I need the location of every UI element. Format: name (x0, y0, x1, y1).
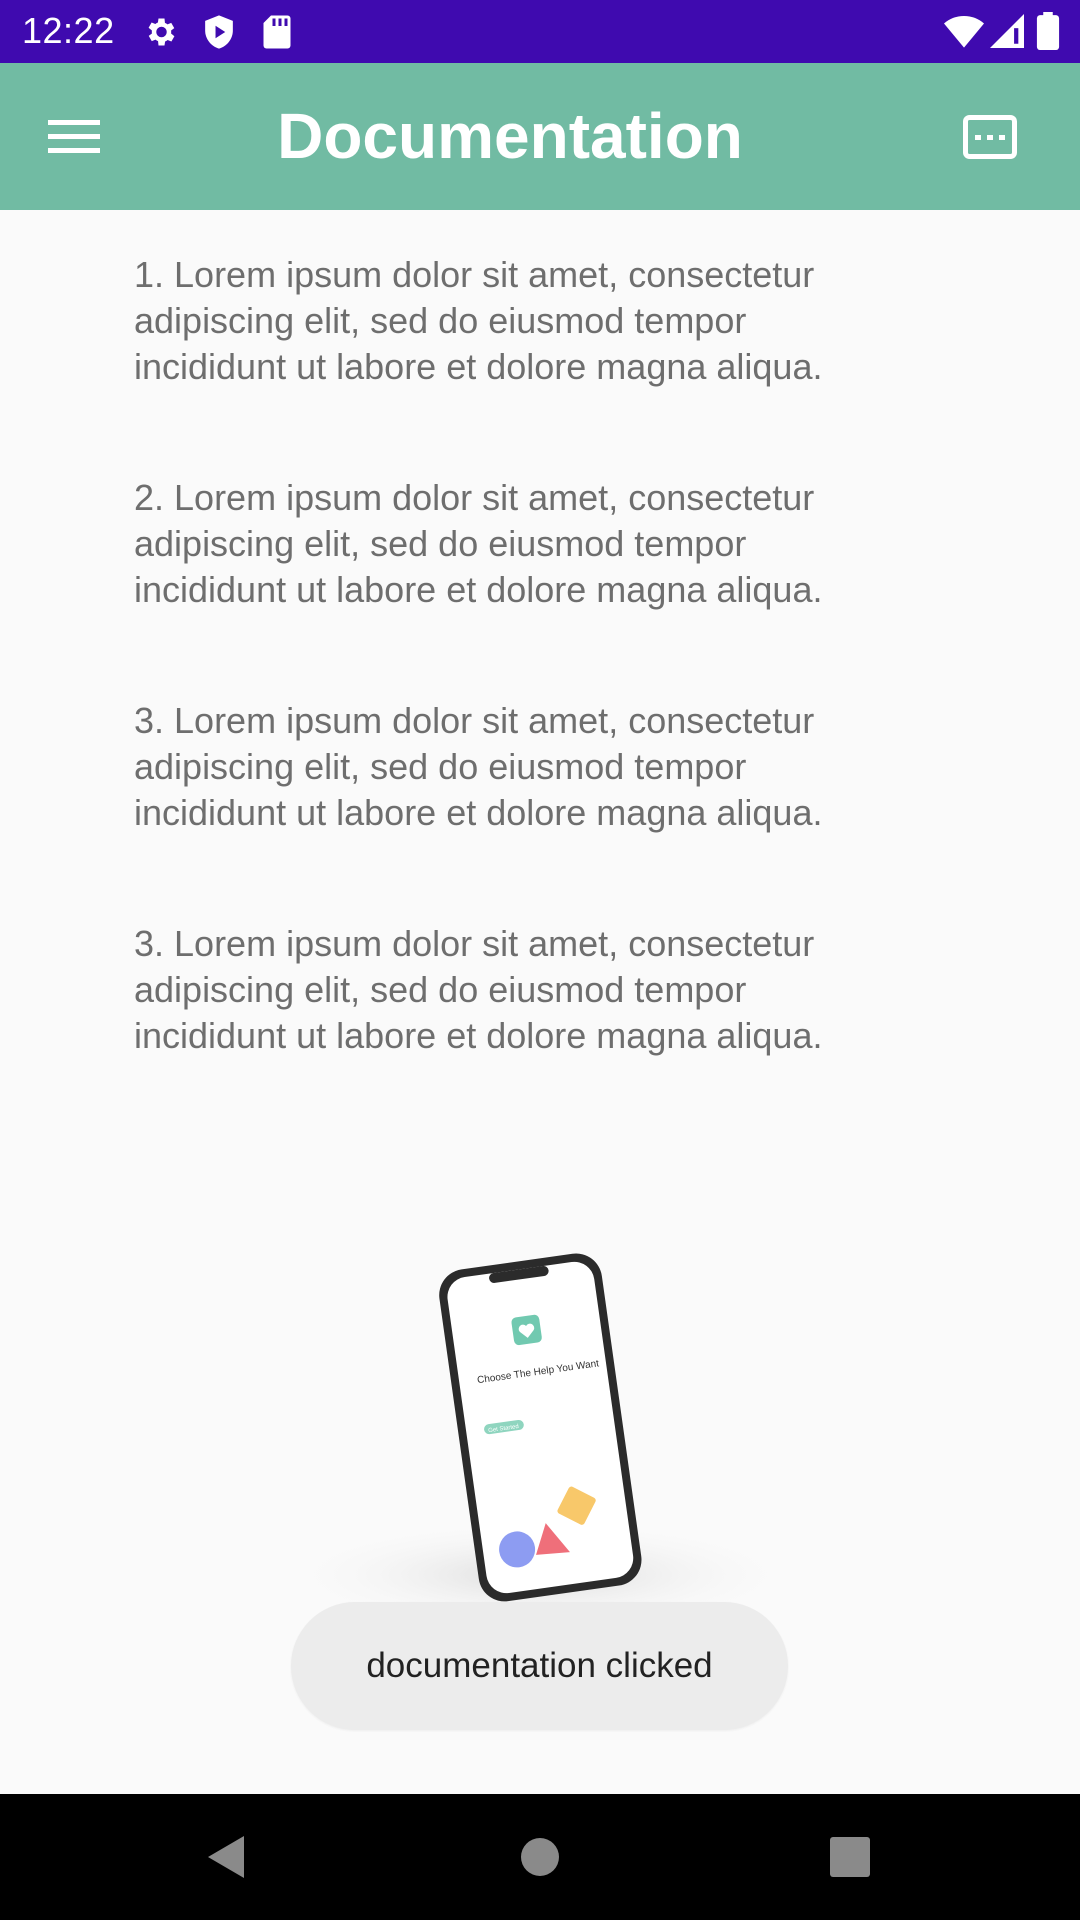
doc-paragraph-3: 3. Lorem ipsum dolor sit amet, consectet… (134, 700, 823, 833)
phone-illustration: Choose The Help You Want Get Started (280, 1253, 800, 1610)
status-time: 12:22 (22, 10, 115, 51)
signal-icon (990, 14, 1024, 48)
recents-icon (830, 1837, 870, 1877)
system-nav-bar (0, 1794, 1080, 1920)
home-button[interactable] (500, 1824, 580, 1890)
back-button[interactable] (186, 1824, 266, 1890)
status-bar: 12:22 (0, 0, 1080, 63)
subtitles-icon (963, 115, 1017, 159)
shield-play-icon (205, 15, 233, 49)
app-bar: Documentation (0, 63, 1080, 210)
page-title: Documentation (277, 100, 743, 172)
back-icon (208, 1836, 244, 1878)
documentation-content: 1. Lorem ipsum dolor sit amet, consectet… (134, 252, 954, 1144)
recents-button[interactable] (810, 1824, 890, 1890)
home-icon (521, 1838, 559, 1876)
subtitles-button[interactable] (950, 107, 1030, 167)
wifi-icon (944, 16, 984, 48)
settings-icon (148, 18, 175, 46)
sd-card-icon (263, 15, 291, 49)
toast-message: documentation clicked (291, 1602, 788, 1730)
doc-paragraph-4: 3. Lorem ipsum dolor sit amet, consectet… (134, 923, 823, 1056)
battery-icon (1036, 12, 1060, 50)
doc-paragraph-1: 1. Lorem ipsum dolor sit amet, consectet… (134, 254, 823, 387)
doc-paragraph-2: 2. Lorem ipsum dolor sit amet, consectet… (134, 477, 823, 610)
